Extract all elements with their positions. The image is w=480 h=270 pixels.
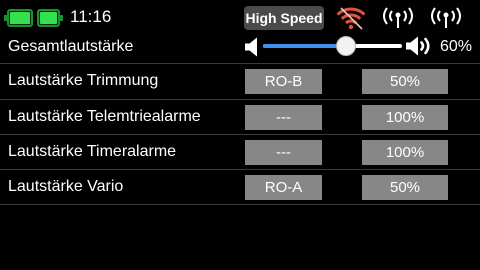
transmitter-screen: 11:16 High Speed Gesamtlautstärke 60% La… xyxy=(0,0,480,270)
row-label: Lautstärke Trimmung xyxy=(8,72,159,89)
battery-terminal xyxy=(60,15,63,21)
battery-icon xyxy=(37,9,63,27)
volume-value-field[interactable]: 50% xyxy=(362,175,448,200)
volume-source-field[interactable]: --- xyxy=(245,140,322,165)
volume-value-field[interactable]: 100% xyxy=(362,105,448,130)
volume-low-icon xyxy=(245,37,259,57)
master-volume-row: Gesamtlautstärke 60% xyxy=(0,30,480,63)
mode-badge: High Speed xyxy=(244,6,324,30)
volume-high-icon xyxy=(406,36,434,56)
volume-source-field[interactable]: --- xyxy=(245,105,322,130)
clock-time: 11:16 xyxy=(70,7,112,26)
volume-slider-track[interactable] xyxy=(263,44,402,48)
volume-slider-fill xyxy=(263,44,347,48)
volume-value-field[interactable]: 100% xyxy=(362,140,448,165)
antenna-signal-icon xyxy=(380,6,416,30)
volume-source-field[interactable]: RO-B xyxy=(245,69,322,94)
battery-icon xyxy=(4,9,33,27)
volume-source-field[interactable]: RO-A xyxy=(245,175,322,200)
master-volume-label: Gesamtlautstärke xyxy=(8,38,134,55)
battery-terminal xyxy=(4,15,7,21)
master-volume-value: 60% xyxy=(440,38,473,55)
volume-row-trim: Lautstärke Trimmung RO-B 50% xyxy=(0,63,480,98)
volume-slider-knob[interactable] xyxy=(336,36,357,56)
volume-row-vario: Lautstärke Vario RO-A 50% xyxy=(0,169,480,205)
battery-level-fill xyxy=(40,12,57,24)
row-label: Lautstärke Telemtriealarme xyxy=(8,108,201,125)
row-label: Lautstärke Timeralarme xyxy=(8,143,177,160)
volume-row-timer-alarms: Lautstärke Timeralarme --- 100% xyxy=(0,134,480,169)
antenna-signal-icon xyxy=(428,6,464,30)
volume-row-telemetry-alarms: Lautstärke Telemtriealarme --- 100% xyxy=(0,99,480,134)
status-bar: 11:16 High Speed xyxy=(0,0,480,30)
row-label: Lautstärke Vario xyxy=(8,178,124,195)
wifi-off-icon xyxy=(336,4,366,30)
battery-level-fill xyxy=(10,12,30,24)
volume-value-field[interactable]: 50% xyxy=(362,69,448,94)
